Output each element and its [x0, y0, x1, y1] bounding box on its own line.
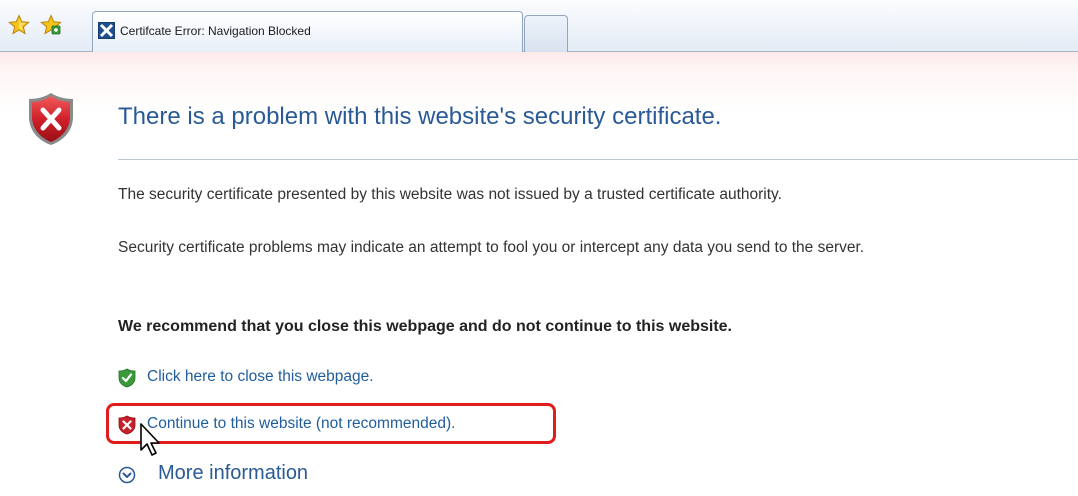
more-information-label[interactable]: More information [158, 462, 308, 485]
tab-certificate-error[interactable]: Certifcate Error: Navigation Blocked [92, 11, 523, 52]
warning-paragraph: Security certificate problems may indica… [118, 239, 865, 256]
close-webpage-label[interactable]: Click here to close this webpage. [147, 368, 374, 386]
red-shield-x-icon [29, 93, 73, 145]
certificate-error-icon [98, 22, 115, 39]
mouse-pointer-icon [140, 423, 160, 456]
page-title: There is a problem with this website's s… [118, 103, 722, 130]
add-favorite-star-icon[interactable] [40, 14, 62, 36]
highlight-annotation-box [106, 403, 556, 444]
tab-bar: Certifcate Error: Navigation Blocked [0, 0, 1078, 52]
expand-circle-icon [118, 466, 136, 484]
issuer-paragraph: The security certificate presented by th… [118, 186, 782, 203]
green-shield-check-icon [118, 368, 136, 388]
divider [118, 159, 1078, 160]
new-tab-button[interactable] [524, 15, 568, 52]
certificate-error-page: There is a problem with this website's s… [0, 52, 1078, 496]
favorites-star-icon[interactable] [8, 14, 30, 36]
recommendation-text: We recommend that you close this webpage… [118, 318, 732, 335]
browser-window: Certifcate Error: Navigation Blocked The… [0, 0, 1078, 496]
tab-title: Certifcate Error: Navigation Blocked [120, 24, 311, 38]
